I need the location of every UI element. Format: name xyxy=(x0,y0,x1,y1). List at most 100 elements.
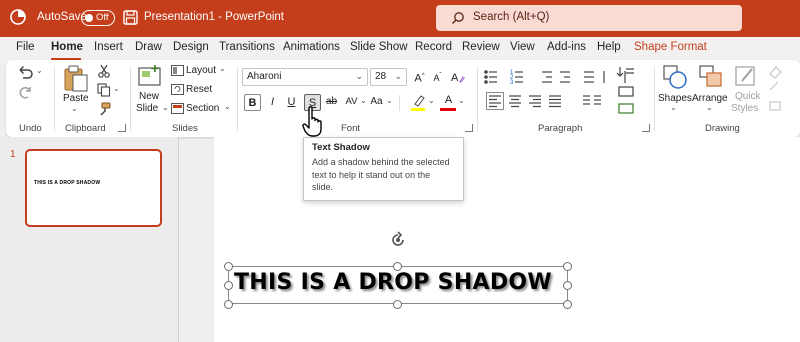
undo-icon[interactable] xyxy=(16,64,34,80)
quick-styles-icon xyxy=(735,66,755,86)
clipboard-launcher-icon[interactable] xyxy=(118,124,126,132)
tab-slide-show[interactable]: Slide Show xyxy=(350,41,408,53)
bold-button[interactable]: B xyxy=(244,94,261,111)
chevron-down-icon[interactable]: ⌄ xyxy=(360,96,367,105)
clipboard-group-label: Clipboard xyxy=(65,123,106,134)
resize-handle[interactable] xyxy=(224,281,233,290)
font-size-combo[interactable]: 28 ⌄ xyxy=(370,68,407,86)
tab-draw[interactable]: Draw xyxy=(135,41,162,53)
italic-button[interactable]: I xyxy=(264,94,281,111)
font-size-value: 28 xyxy=(375,71,387,82)
highlighter-icon[interactable] xyxy=(409,94,427,112)
cut-icon[interactable] xyxy=(97,64,111,78)
paste-label[interactable]: Paste xyxy=(63,93,89,104)
alignment-buttons xyxy=(486,92,561,110)
paste-dropdown-icon[interactable]: ⌄ xyxy=(71,104,78,113)
resize-handle[interactable] xyxy=(563,300,572,309)
grow-font-button[interactable]: A^ xyxy=(411,68,428,85)
font-launcher-icon[interactable] xyxy=(465,124,473,132)
underline-button[interactable]: U xyxy=(283,94,300,111)
chevron-down-icon[interactable]: ⌄ xyxy=(458,96,465,105)
ribbon: ⌄ Undo Paste ⌄ ⌄ Clipboard New Slide ⌄ L… xyxy=(6,60,800,137)
copy-icon[interactable] xyxy=(97,83,111,97)
chevron-down-icon[interactable]: ⌄ xyxy=(394,71,402,82)
resize-handle[interactable] xyxy=(224,262,233,271)
layout-icon xyxy=(171,65,184,76)
tab-add-ins[interactable]: Add-ins xyxy=(547,41,586,53)
new-slide-label-2[interactable]: Slide xyxy=(136,103,158,114)
new-slide-label-1[interactable]: New xyxy=(139,91,159,102)
powerpoint-app-icon xyxy=(10,9,26,25)
copy-dropdown-icon[interactable]: ⌄ xyxy=(113,84,120,93)
slide-number: 1 xyxy=(10,149,16,160)
tab-review[interactable]: Review xyxy=(462,41,500,53)
section-dropdown-icon[interactable]: ⌄ xyxy=(224,102,231,111)
reset-label[interactable]: Reset xyxy=(186,84,212,95)
text-direction-icons[interactable] xyxy=(616,64,640,116)
clear-formatting-icon[interactable]: A xyxy=(450,69,466,85)
section-icon xyxy=(171,103,184,114)
reset-icon xyxy=(171,84,184,95)
tab-shape-format[interactable]: Shape Format xyxy=(634,41,707,53)
font-name-value: Aharoni xyxy=(247,71,282,82)
change-case-button[interactable]: Aa xyxy=(368,94,385,111)
autosave-toggle[interactable]: Off xyxy=(81,10,115,26)
tab-help[interactable]: Help xyxy=(597,41,621,53)
arrange-icon[interactable] xyxy=(698,64,724,90)
layout-dropdown-icon[interactable]: ⌄ xyxy=(219,64,226,73)
columns-icon[interactable] xyxy=(581,92,609,110)
tab-home[interactable]: Home xyxy=(51,41,83,53)
tab-record[interactable]: Record xyxy=(415,41,452,53)
section-label[interactable]: Section xyxy=(186,103,219,114)
character-spacing-button[interactable]: AV xyxy=(343,94,360,111)
chevron-down-icon[interactable]: ⌄ xyxy=(386,96,393,105)
group-separator xyxy=(130,67,131,131)
group-separator xyxy=(477,67,478,131)
format-painter-icon[interactable] xyxy=(97,102,111,116)
layout-label[interactable]: Layout xyxy=(186,65,216,76)
paragraph-launcher-icon[interactable] xyxy=(642,124,650,132)
tab-transitions[interactable]: Transitions xyxy=(219,41,275,53)
undo-dropdown-icon[interactable]: ⌄ xyxy=(36,66,43,75)
group-separator xyxy=(54,67,55,131)
title-bar: AutoSave Off Presentation1 - PowerPoint … xyxy=(0,0,800,37)
resize-handle[interactable] xyxy=(393,300,402,309)
pane-divider[interactable] xyxy=(178,137,179,342)
new-slide-icon[interactable] xyxy=(137,64,163,88)
tab-file[interactable]: File xyxy=(16,41,35,53)
font-name-combo[interactable]: Aharoni ⌄ xyxy=(242,68,368,86)
resize-handle[interactable] xyxy=(563,262,572,271)
chevron-down-icon[interactable]: ⌄ xyxy=(706,103,713,112)
resize-handle[interactable] xyxy=(224,300,233,309)
shapes-icon[interactable] xyxy=(662,64,688,90)
chevron-down-icon[interactable]: ⌄ xyxy=(355,71,363,82)
autosave-state: Off xyxy=(96,12,109,23)
save-icon[interactable] xyxy=(123,10,138,25)
tab-animations[interactable]: Animations xyxy=(283,41,340,53)
rotate-handle-icon[interactable] xyxy=(389,231,407,249)
tab-view[interactable]: View xyxy=(510,41,535,53)
slide-canvas[interactable] xyxy=(214,137,800,342)
new-slide-dropdown-icon[interactable]: ⌄ xyxy=(162,103,169,112)
tooltip-body-line: text to help it stand out on the xyxy=(312,169,431,180)
shrink-font-button[interactable]: Aˇ xyxy=(429,68,446,85)
font-group-label: Font xyxy=(341,123,361,134)
chevron-down-icon[interactable]: ⌄ xyxy=(670,103,677,112)
search-placeholder: Search (Alt+Q) xyxy=(473,11,550,23)
font-color-button[interactable]: A xyxy=(440,92,457,109)
svg-text:3: 3 xyxy=(510,80,514,86)
paste-icon[interactable] xyxy=(63,64,89,92)
resize-handle[interactable] xyxy=(563,281,572,290)
hand-cursor-icon xyxy=(302,106,322,137)
slides-group-label: Slides xyxy=(172,123,198,134)
slide-thumbnail[interactable]: THIS IS A DROP SHADOW xyxy=(25,149,162,227)
tooltip-title: Text Shadow xyxy=(312,142,370,153)
chevron-down-icon[interactable]: ⌄ xyxy=(428,96,435,105)
search-box[interactable]: Search (Alt+Q) xyxy=(436,5,742,31)
tab-design[interactable]: Design xyxy=(173,41,209,53)
tab-insert[interactable]: Insert xyxy=(94,41,123,53)
redo-icon xyxy=(19,87,31,99)
paragraph-group-label: Paragraph xyxy=(538,123,583,134)
undo-group-label: Undo xyxy=(19,123,42,134)
slide-title-text[interactable]: THIS IS A DROP SHADOW xyxy=(234,270,552,295)
